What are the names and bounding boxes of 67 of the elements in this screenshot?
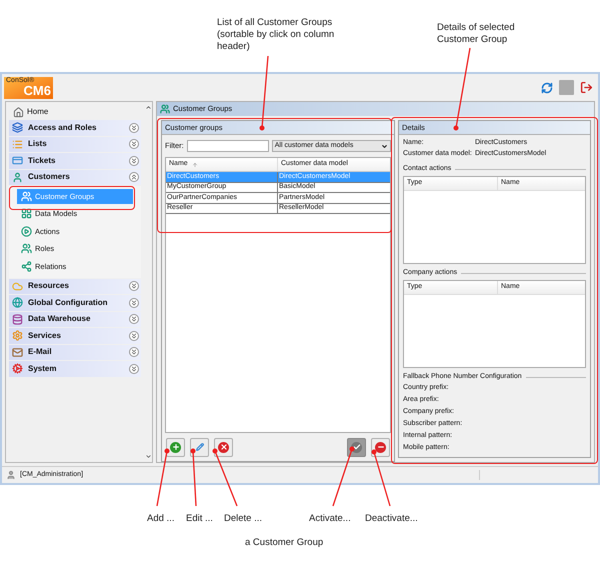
expand-icon[interactable] (129, 122, 139, 133)
nav-item[interactable]: Home (27, 106, 48, 118)
expand-icon[interactable] (129, 347, 139, 358)
nav-group-header[interactable]: Customers (9, 170, 141, 185)
pencil-icon (194, 442, 205, 452)
home-icon (13, 106, 24, 118)
filter-field[interactable] (186, 140, 269, 152)
share-icon (21, 260, 32, 272)
envelope-icon (12, 346, 23, 358)
annotation-text: Delete ... (224, 512, 262, 526)
people-icon (160, 104, 170, 114)
grid-icon (21, 208, 32, 220)
nav-group-header[interactable]: Data Warehouse (9, 312, 141, 327)
sort-icon (192, 162, 198, 168)
nav-group-header[interactable]: Tickets (9, 153, 141, 168)
expand-icon[interactable] (129, 281, 139, 292)
database-icon (12, 314, 23, 325)
collapse-icon[interactable] (129, 172, 139, 182)
leader-line (332, 446, 354, 506)
leader-line (212, 448, 238, 506)
annotation-text: Edit ... (186, 512, 213, 526)
caret-icon (381, 142, 388, 150)
leader-line (156, 448, 170, 506)
people-icon (21, 190, 32, 202)
user-icon (6, 470, 16, 480)
layers-icon (12, 122, 23, 134)
gear-icon (12, 330, 23, 342)
plus-icon (170, 442, 181, 452)
refresh-icon[interactable] (541, 82, 553, 94)
gear-icon (12, 363, 23, 374)
globe-icon (12, 297, 23, 308)
nav-group-header[interactable]: System (9, 361, 141, 376)
list-icon (12, 138, 23, 150)
expand-icon[interactable] (129, 156, 139, 166)
scroll-down-icon[interactable] (144, 453, 152, 460)
leader-line (372, 450, 391, 506)
edit-button[interactable] (190, 438, 209, 456)
leader-line (190, 448, 197, 506)
card-icon (12, 155, 23, 166)
nav-group-header[interactable]: Lists (9, 136, 141, 152)
annotation-text: a Customer Group (245, 536, 324, 550)
annotation-text: Add ... (147, 512, 174, 526)
exit-icon[interactable] (580, 81, 593, 94)
nav-group-header[interactable]: Resources (9, 278, 141, 294)
annotation-text: List of all Customer Groups (sortable by click on column header) (217, 17, 336, 53)
minus-icon (375, 442, 386, 452)
expand-icon[interactable] (129, 364, 139, 374)
nav-group-header[interactable]: Global Configuration (9, 295, 141, 310)
cloud-icon (12, 280, 23, 292)
annotation-text: Deactivate... (365, 512, 418, 526)
annotation-text: Activate... (309, 512, 351, 526)
deactivate-button[interactable] (371, 438, 390, 456)
person-icon (12, 172, 23, 183)
annotation-text: Details of selected Customer Group (437, 22, 516, 46)
expand-icon[interactable] (129, 330, 139, 341)
expand-icon[interactable] (129, 139, 139, 150)
expand-icon[interactable] (129, 314, 139, 324)
close-icon (218, 442, 229, 452)
expand-icon[interactable] (129, 298, 139, 308)
people-icon (21, 243, 32, 254)
nav-group-header[interactable]: Access and Roles (9, 120, 141, 136)
scroll-up-icon[interactable] (144, 104, 152, 111)
delete-button[interactable] (214, 438, 233, 456)
play-icon (21, 226, 32, 237)
add-button[interactable] (166, 438, 185, 456)
nav-group-header[interactable]: E-Mail (9, 344, 141, 360)
nav-group-header[interactable]: Services (9, 328, 141, 344)
